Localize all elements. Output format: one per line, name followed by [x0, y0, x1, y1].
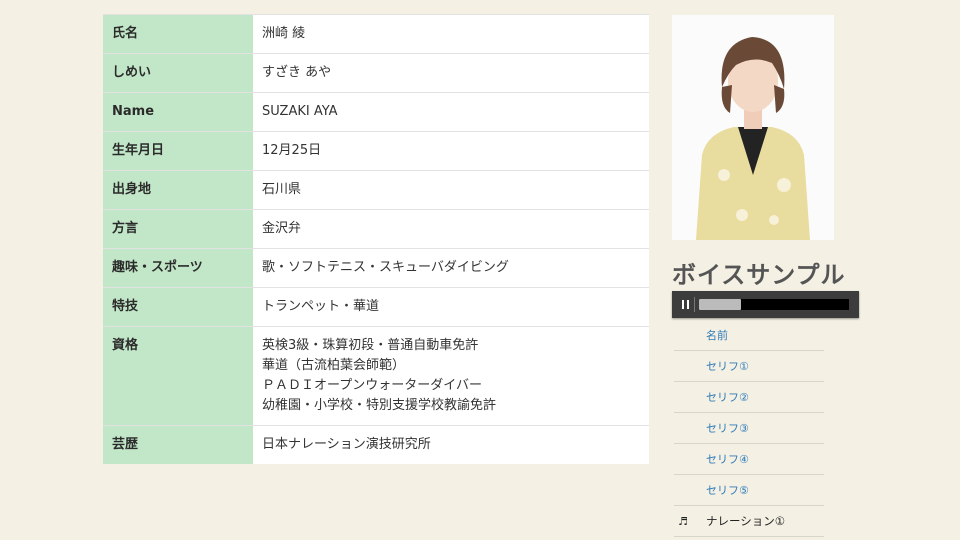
qualification-line: ＰＡＤＩオープンウォーターダイバー	[262, 378, 482, 393]
profile-value: 歌・ソフトテニス・スキューバダイビング	[253, 248, 649, 288]
sample-link[interactable]: セリフ⑤	[706, 484, 749, 497]
list-item[interactable]: セリフ④	[674, 444, 824, 475]
profile-row-dialect: 方言 金沢弁	[103, 209, 649, 249]
profile-value: 洲崎 綾	[253, 14, 649, 54]
profile-row-reading: しめい すざき あや	[103, 53, 649, 93]
progress-fill	[699, 299, 741, 310]
profile-row-birthday: 生年月日 12月25日	[103, 131, 649, 171]
profile-row-skills: 特技 トランペット・華道	[103, 287, 649, 327]
profile-value: 日本ナレーション演技研究所	[253, 425, 649, 464]
list-item[interactable]: 名前	[674, 320, 824, 351]
list-item[interactable]: セリフ③	[674, 413, 824, 444]
qualification-line: 華道（古流柏葉会師範）	[262, 358, 406, 373]
profile-value: 12月25日	[253, 131, 649, 171]
profile-key: 方言	[103, 209, 253, 249]
portrait-image	[672, 15, 834, 240]
profile-key: 趣味・スポーツ	[103, 248, 253, 288]
sample-link[interactable]: セリフ①	[706, 360, 749, 373]
qualification-line: 幼稚園・小学校・特別支援学校教諭免許	[262, 398, 497, 413]
profile-value: 石川県	[253, 170, 649, 210]
progress-track[interactable]	[699, 299, 849, 310]
list-item[interactable]: セリフ⑤	[674, 475, 824, 506]
profile-photo	[672, 15, 834, 240]
profile-value: 英検3級・珠算初段・普通自動車免許 華道（古流柏葉会師範） ＰＡＤＩオープンウォ…	[253, 326, 649, 426]
player-divider	[694, 297, 695, 312]
profile-row-qualifications: 資格 英検3級・珠算初段・普通自動車免許 華道（古流柏葉会師範） ＰＡＤＩオープ…	[103, 326, 649, 426]
profile-key: しめい	[103, 53, 253, 93]
profile-value: すざき あや	[253, 53, 649, 93]
profile-key: 芸歴	[103, 425, 253, 464]
profile-row-name: 氏名 洲崎 綾	[103, 14, 649, 54]
audio-player[interactable]	[672, 291, 859, 318]
voice-sample-title: ボイスサンプル	[672, 261, 846, 289]
sample-link[interactable]: セリフ③	[706, 422, 749, 435]
profile-row-romaji: Name SUZAKI AYA	[103, 92, 649, 132]
pause-icon[interactable]	[682, 300, 689, 309]
profile-key: 氏名	[103, 14, 253, 54]
profile-value: トランペット・華道	[253, 287, 649, 327]
profile-row-hobbies: 趣味・スポーツ 歌・ソフトテニス・スキューバダイビング	[103, 248, 649, 288]
profile-value: SUZAKI AYA	[253, 92, 649, 132]
sample-link[interactable]: 名前	[706, 329, 728, 342]
profile-key: 資格	[103, 326, 253, 426]
list-item-playing[interactable]: ♬ ナレーション①	[674, 506, 824, 537]
list-item[interactable]: セリフ①	[674, 351, 824, 382]
profile-key: 生年月日	[103, 131, 253, 171]
sample-link[interactable]: セリフ④	[706, 453, 749, 466]
profile-key: Name	[103, 92, 253, 132]
profile-table: 氏名 洲崎 綾 しめい すざき あや Name SUZAKI AYA 生年月日 …	[103, 14, 649, 464]
music-note-icon: ♬	[678, 515, 688, 528]
sample-link[interactable]: セリフ②	[706, 391, 749, 404]
profile-key: 出身地	[103, 170, 253, 210]
profile-row-career: 芸歴 日本ナレーション演技研究所	[103, 425, 649, 464]
sample-label[interactable]: ナレーション①	[706, 514, 785, 528]
qualification-line: 英検3級・珠算初段・普通自動車免許	[262, 338, 479, 353]
profile-key: 特技	[103, 287, 253, 327]
profile-row-birthplace: 出身地 石川県	[103, 170, 649, 210]
voice-sample-list: 名前 セリフ① セリフ② セリフ③ セリフ④ セリフ⑤ ♬ ナレーション①	[674, 320, 824, 537]
profile-value: 金沢弁	[253, 209, 649, 249]
list-item[interactable]: セリフ②	[674, 382, 824, 413]
